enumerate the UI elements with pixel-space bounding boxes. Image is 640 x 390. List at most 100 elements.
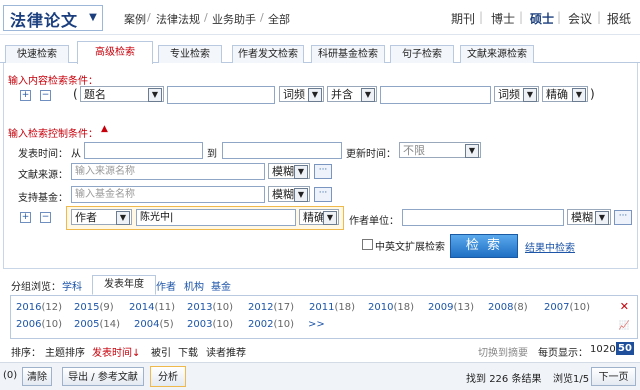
year-group-item[interactable]: 2008(8) <box>488 302 528 313</box>
year-group-item[interactable]: 2011(18) <box>309 302 355 313</box>
sort-download[interactable]: 下载 <box>178 344 198 359</box>
sort-reader[interactable]: 读者推荐 <box>206 344 246 359</box>
chart-icon[interactable]: 📈 <box>619 321 630 331</box>
more-icon[interactable]: ··· <box>314 187 332 202</box>
nav-journal[interactable]: 期刊 <box>451 10 475 27</box>
crumb-all[interactable]: 全部 <box>268 11 290 27</box>
crumb-helper[interactable]: 业务助手 <box>212 11 256 27</box>
year-group-item[interactable]: 2009(13) <box>428 302 474 313</box>
keyword-input-2[interactable] <box>380 86 491 104</box>
export-button[interactable]: 导出 / 参考文献 <box>62 367 144 386</box>
year-label: 2002 <box>248 319 274 330</box>
source-match-select[interactable]: 模糊 ▼ <box>268 163 310 179</box>
fund-input[interactable]: 输入基金名称 <box>71 186 265 203</box>
more-years-link[interactable]: >> <box>308 319 325 330</box>
year-group-item[interactable]: 2007(10) <box>544 302 590 313</box>
keyword-input-1[interactable] <box>167 86 275 104</box>
group-tab-year[interactable]: 发表年度 <box>92 275 156 295</box>
year-group-item[interactable]: 2005(14) <box>74 319 120 330</box>
remove-author-row-icon[interactable]: − <box>40 212 51 223</box>
nav-phd[interactable]: 博士 <box>491 10 515 27</box>
year-group-item[interactable]: 2004(5) <box>134 319 174 330</box>
unit-match-select[interactable]: 模糊 ▼ <box>567 209 611 225</box>
year-label: 2016 <box>16 302 42 313</box>
unit-input[interactable] <box>402 209 564 226</box>
content-section-title: 输入内容检索条件： <box>8 76 98 87</box>
group-tab-author[interactable]: 作者 <box>156 278 176 293</box>
freq-select-2[interactable]: 词频 ▼ <box>494 86 539 102</box>
date-from-input[interactable] <box>84 142 203 159</box>
close-icon[interactable]: ✕ <box>620 300 629 313</box>
author-input-value: 陈光中 <box>140 212 170 223</box>
source-input[interactable]: 输入来源名称 <box>71 163 265 180</box>
nav-conference[interactable]: 会议 <box>568 10 592 27</box>
year-group-item[interactable]: 2012(17) <box>248 302 294 313</box>
switch-abstract-link[interactable]: 切换到摘要 <box>478 344 528 359</box>
year-group-item[interactable]: 2013(10) <box>187 302 233 313</box>
field-select[interactable]: 题名 ▼ <box>80 86 164 102</box>
group-tab-subject[interactable]: 学科 <box>62 278 82 293</box>
group-tab-fund[interactable]: 基金 <box>211 278 231 293</box>
group-tab-org[interactable]: 机构 <box>184 278 204 293</box>
tab-author-search[interactable]: 作者发文检索 <box>232 45 304 63</box>
source-match-value: 模糊 <box>272 165 294 178</box>
tab-quick-search[interactable]: 快速检索 <box>5 45 69 63</box>
tab-sentence-search[interactable]: 句子检索 <box>390 45 454 63</box>
author-match-select[interactable]: 精确 ▼ <box>299 209 339 225</box>
year-group-item[interactable]: 2006(10) <box>16 319 62 330</box>
tab-fund-search[interactable]: 科研基金检索 <box>311 45 385 63</box>
author-field-select[interactable]: 作者 ▼ <box>71 209 132 225</box>
date-to-input[interactable] <box>222 142 342 159</box>
sort-topic[interactable]: 主题排序 <box>45 344 85 359</box>
chevron-down-icon[interactable]: ▼ <box>87 12 99 24</box>
analyze-button[interactable]: 分析 <box>150 366 186 387</box>
sort-cited[interactable]: 被引 <box>151 344 171 359</box>
remove-row-icon[interactable]: − <box>40 90 51 101</box>
group-browse-bar: 分组浏览： 学科 发表年度 作者 机构 基金 <box>3 275 636 295</box>
per-page-20[interactable]: 20 <box>603 344 616 355</box>
tab-advanced-search[interactable]: 高级检索 <box>77 41 153 64</box>
year-group-box: ✕ 📈 2016(12) 2015(9) 2014(11) 2013(10) 2012(… <box>10 295 638 339</box>
year-group-item[interactable]: 2016(12) <box>16 302 62 313</box>
ext-search-checkbox[interactable] <box>362 239 373 250</box>
add-row-icon[interactable]: + <box>20 90 31 101</box>
year-group-item[interactable]: 2014(11) <box>129 302 175 313</box>
search-button[interactable]: 检 索 <box>450 234 518 258</box>
tab-source-search[interactable]: 文献来源检索 <box>460 45 534 63</box>
per-page-10[interactable]: 10 <box>590 344 603 355</box>
search-in-results-link[interactable]: 结果中检索 <box>525 239 575 254</box>
clear-button[interactable]: 清除 <box>22 367 52 386</box>
more-icon[interactable]: ··· <box>314 164 332 179</box>
sort-bar: 排序： 主题排序 发表时间↓ 被引 下载 读者推荐 切换到摘要 每页显示： 10… <box>3 340 636 360</box>
next-page-button[interactable]: 下一页 <box>591 367 636 386</box>
nav-newspaper[interactable]: 报纸 <box>607 10 631 27</box>
match-select[interactable]: 精确 ▼ <box>542 86 588 102</box>
update-time-select[interactable]: 不限 ▼ <box>399 142 481 158</box>
fund-match-select[interactable]: 模糊 ▼ <box>268 186 310 202</box>
author-field-value: 作者 <box>75 211 97 224</box>
arrow-down-icon: ↓ <box>132 348 141 359</box>
db-selector[interactable]: 法律论文 ▼ <box>3 5 103 31</box>
chevron-down-icon: ▼ <box>361 88 375 102</box>
freq-select-1[interactable]: 词频 ▼ <box>279 86 324 102</box>
sort-publish-time[interactable]: 发表时间↓ <box>92 344 140 359</box>
author-input[interactable]: 陈光中| <box>136 209 296 226</box>
crumb-law[interactable]: 法律法规 <box>156 11 200 27</box>
match-value: 精确 <box>546 88 568 101</box>
tab-professional-search[interactable]: 专业检索 <box>158 45 222 63</box>
nav-master[interactable]: 硕士 <box>530 10 554 27</box>
more-icon[interactable]: ··· <box>614 210 632 225</box>
group-browse-label: 分组浏览： <box>11 282 61 293</box>
add-author-row-icon[interactable]: + <box>20 212 31 223</box>
year-group-item[interactable]: 2015(9) <box>74 302 114 313</box>
year-group-item[interactable]: 2010(18) <box>368 302 414 313</box>
per-page-50[interactable]: 50 <box>616 342 634 355</box>
logic-select[interactable]: 并含 ▼ <box>327 86 377 102</box>
year-label: 2011 <box>309 302 335 313</box>
crumb-case[interactable]: 案例 <box>124 11 146 27</box>
year-count: (12) <box>41 302 62 313</box>
year-group-item[interactable]: 2002(10) <box>248 319 294 330</box>
collapse-icon[interactable]: ▲ <box>101 124 108 134</box>
update-time-label: 更新时间： <box>346 149 396 160</box>
year-group-item[interactable]: 2003(10) <box>187 319 233 330</box>
